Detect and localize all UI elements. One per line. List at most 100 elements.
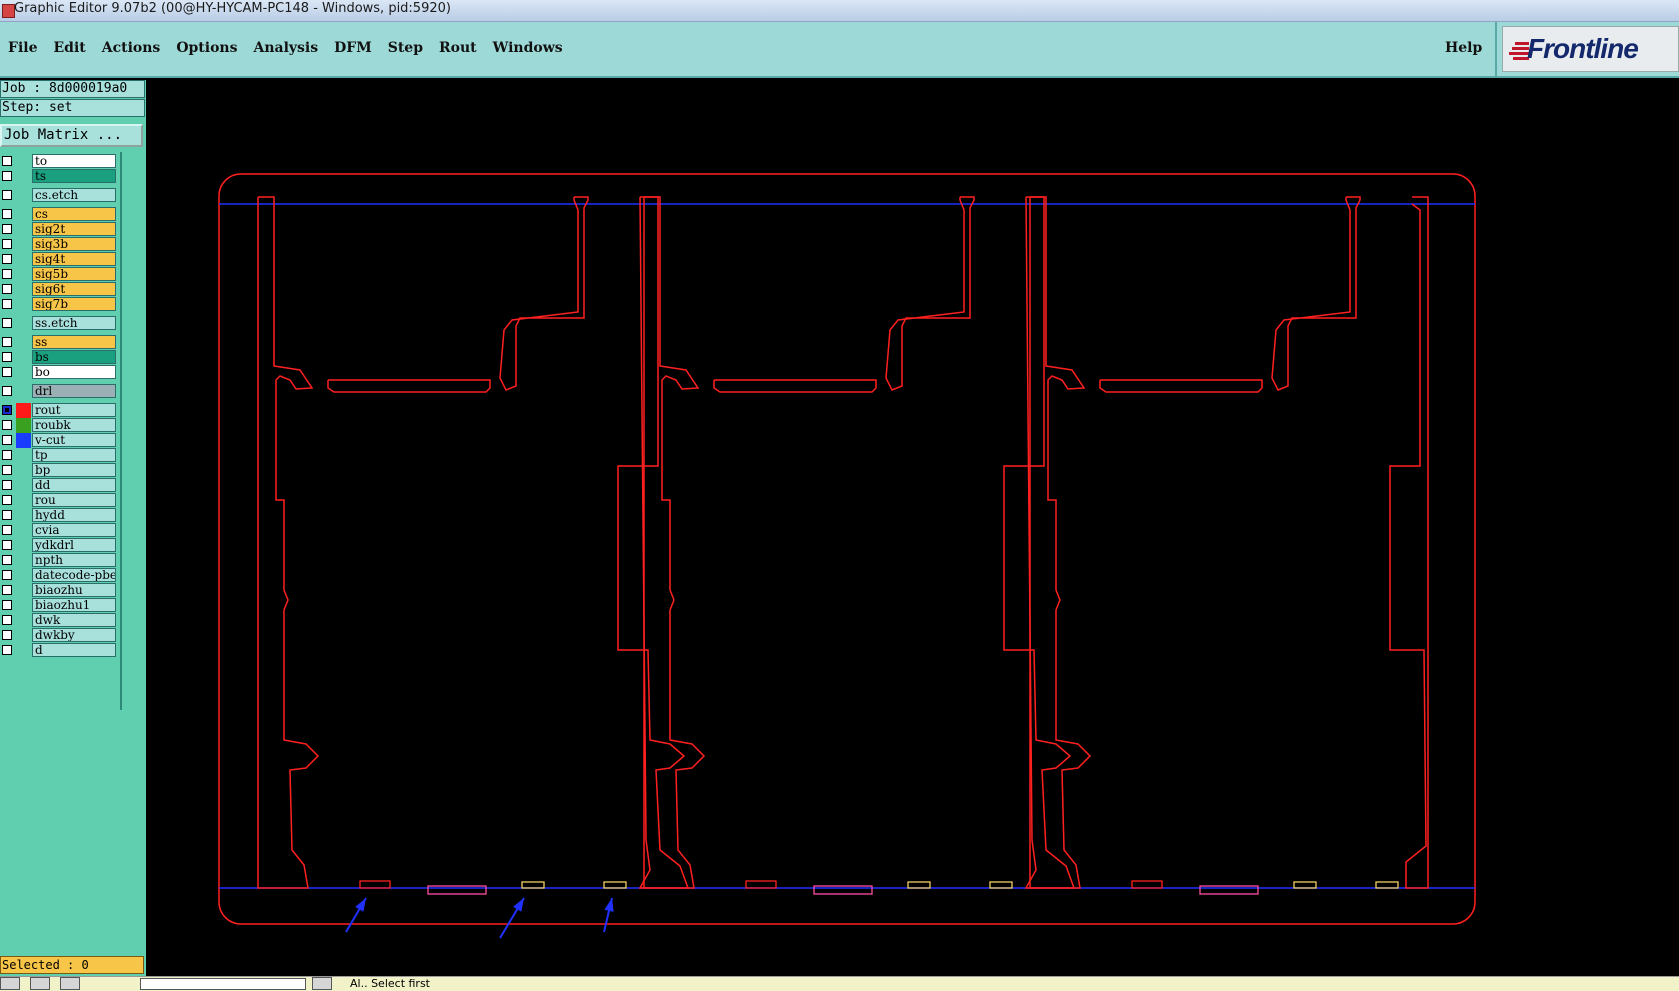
layer-row-sig7b[interactable]: sig7b — [0, 297, 118, 312]
layer-name[interactable]: drl — [32, 384, 116, 398]
layer-color-swatch[interactable] — [16, 433, 31, 448]
job-matrix-button[interactable]: Job Matrix ... — [0, 124, 143, 147]
layer-checkbox[interactable] — [2, 318, 12, 328]
layer-checkbox[interactable] — [2, 495, 12, 505]
layer-checkbox[interactable] — [2, 585, 12, 595]
layer-row-bs[interactable]: bs — [0, 350, 118, 365]
home-button[interactable] — [60, 977, 80, 990]
menu-options[interactable]: Options — [168, 40, 245, 60]
layer-name[interactable]: npth — [32, 553, 116, 567]
layer-checkbox[interactable] — [2, 239, 12, 249]
layer-checkbox[interactable] — [2, 510, 12, 520]
graphic-canvas[interactable] — [146, 80, 1679, 976]
pan-button[interactable] — [30, 977, 50, 990]
layer-checkbox[interactable] — [2, 630, 12, 640]
layer-row-to[interactable]: to — [0, 154, 118, 169]
command-field[interactable] — [140, 978, 306, 990]
layer-row-cs.etch[interactable]: cs.etch — [0, 188, 118, 203]
layer-name[interactable]: ss.etch — [32, 316, 116, 330]
layer-row-rout[interactable]: rout — [0, 403, 118, 418]
layer-row-drl[interactable]: drl — [0, 384, 118, 399]
menu-edit[interactable]: Edit — [45, 40, 93, 60]
layer-row-biaozhu[interactable]: biaozhu — [0, 583, 118, 598]
layer-checkbox[interactable] — [2, 269, 12, 279]
layer-row-cvia[interactable]: cvia — [0, 523, 118, 538]
layer-name[interactable]: v-cut — [32, 433, 116, 447]
layer-checkbox[interactable] — [2, 156, 12, 166]
layer-checkbox[interactable] — [2, 420, 12, 430]
layer-name[interactable]: cs — [32, 207, 116, 221]
layer-name[interactable]: dwk — [32, 613, 116, 627]
zoom-button[interactable] — [0, 977, 20, 990]
layer-name[interactable]: bp — [32, 463, 116, 477]
layer-name[interactable]: tp — [32, 448, 116, 462]
layer-checkbox[interactable] — [2, 570, 12, 580]
layer-checkbox[interactable] — [2, 480, 12, 490]
layer-checkbox[interactable] — [2, 386, 12, 396]
layer-checkbox[interactable] — [2, 615, 12, 625]
layer-name[interactable]: dd — [32, 478, 116, 492]
layer-row-ydkdrl[interactable]: ydkdrl — [0, 538, 118, 553]
layer-row-sig6t[interactable]: sig6t — [0, 282, 118, 297]
menu-rout[interactable]: Rout — [431, 40, 485, 60]
board-drawing[interactable] — [146, 80, 1679, 976]
layer-name[interactable]: roubk — [32, 418, 116, 432]
layer-name[interactable]: sig5b — [32, 267, 116, 281]
layer-name[interactable]: cs.etch — [32, 188, 116, 202]
layer-checkbox[interactable] — [2, 435, 12, 445]
layer-row-sig5b[interactable]: sig5b — [0, 267, 118, 282]
layer-checkbox[interactable] — [2, 337, 12, 347]
layer-name[interactable]: rou — [32, 493, 116, 507]
layer-checkbox[interactable] — [2, 254, 12, 264]
layer-row-ts[interactable]: ts — [0, 169, 118, 184]
layer-row-sig2t[interactable]: sig2t — [0, 222, 118, 237]
layer-row-cs[interactable]: cs — [0, 207, 118, 222]
layer-row-v-cut[interactable]: v-cut — [0, 433, 118, 448]
layer-checkbox[interactable] — [2, 224, 12, 234]
layer-name[interactable]: bo — [32, 365, 116, 379]
layer-row-sig3b[interactable]: sig3b — [0, 237, 118, 252]
layer-checkbox[interactable] — [2, 405, 12, 415]
layer-row-sig4t[interactable]: sig4t — [0, 252, 118, 267]
layer-name[interactable]: sig3b — [32, 237, 116, 251]
layer-row-dwkby[interactable]: dwkby — [0, 628, 118, 643]
layer-row-rou[interactable]: rou — [0, 493, 118, 508]
layer-name[interactable]: sig7b — [32, 297, 116, 311]
layer-checkbox[interactable] — [2, 525, 12, 535]
layer-checkbox[interactable] — [2, 555, 12, 565]
menu-dfm[interactable]: DFM — [326, 40, 380, 60]
layer-name[interactable]: hydd — [32, 508, 116, 522]
layer-name[interactable]: to — [32, 154, 116, 168]
layer-name[interactable]: d — [32, 643, 116, 657]
menu-file[interactable]: File — [0, 40, 45, 60]
layer-name[interactable]: ss — [32, 335, 116, 349]
layer-checkbox[interactable] — [2, 284, 12, 294]
layer-name[interactable]: ts — [32, 169, 116, 183]
layer-checkbox[interactable] — [2, 352, 12, 362]
layer-color-swatch[interactable] — [16, 418, 31, 433]
layer-row-ss[interactable]: ss — [0, 335, 118, 350]
layer-row-biaozhu1[interactable]: biaozhu1 — [0, 598, 118, 613]
layer-row-dd[interactable]: dd — [0, 478, 118, 493]
menu-help[interactable]: Help — [1445, 40, 1482, 56]
layer-row-ss.etch[interactable]: ss.etch — [0, 316, 118, 331]
layer-checkbox[interactable] — [2, 171, 12, 181]
layer-name[interactable]: ydkdrl — [32, 538, 116, 552]
layer-row-tp[interactable]: tp — [0, 448, 118, 463]
layer-name[interactable]: biaozhu1 — [32, 598, 116, 612]
layer-checkbox[interactable] — [2, 209, 12, 219]
layer-row-dwk[interactable]: dwk — [0, 613, 118, 628]
layer-name[interactable]: dwkby — [32, 628, 116, 642]
layer-checkbox[interactable] — [2, 190, 12, 200]
layer-name[interactable]: biaozhu — [32, 583, 116, 597]
layer-checkbox[interactable] — [2, 450, 12, 460]
layer-row-hydd[interactable]: hydd — [0, 508, 118, 523]
layer-name[interactable]: sig6t — [32, 282, 116, 296]
menu-actions[interactable]: Actions — [94, 40, 169, 60]
menu-analysis[interactable]: Analysis — [245, 40, 326, 60]
execute-button[interactable] — [312, 977, 332, 990]
menu-windows[interactable]: Windows — [485, 40, 571, 60]
layer-color-swatch[interactable] — [16, 403, 31, 418]
layer-name[interactable]: bs — [32, 350, 116, 364]
layer-checkbox[interactable] — [2, 299, 12, 309]
